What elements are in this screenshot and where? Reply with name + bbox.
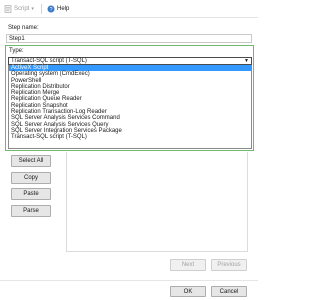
help-icon: ? bbox=[47, 5, 55, 13]
select-all-button[interactable]: Select All bbox=[11, 155, 51, 167]
type-option[interactable]: Transact-SQL script (T-SQL) bbox=[9, 134, 251, 140]
next-button[interactable]: Next bbox=[170, 259, 206, 271]
type-select[interactable]: Transact-SQL script (T-SQL) ▼ bbox=[8, 57, 252, 65]
script-button[interactable]: Script ▾ bbox=[4, 4, 34, 14]
help-button[interactable]: ? Help bbox=[47, 4, 69, 14]
copy-button[interactable]: Copy bbox=[11, 172, 51, 184]
svg-text:?: ? bbox=[49, 7, 52, 13]
help-label: Help bbox=[57, 6, 70, 12]
paste-button[interactable]: Paste bbox=[11, 188, 51, 200]
cancel-button[interactable]: Cancel bbox=[211, 286, 247, 297]
command-text-area[interactable] bbox=[66, 152, 248, 252]
parse-button[interactable]: Parse bbox=[11, 205, 51, 217]
step-name-value: Step1 bbox=[9, 36, 25, 42]
step-name-label: Step name: bbox=[8, 25, 39, 31]
step-name-input[interactable]: Step1 bbox=[6, 34, 252, 43]
ok-button[interactable]: OK bbox=[170, 286, 206, 297]
type-panel: Type: Transact-SQL script (T-SQL) ▼ Acti… bbox=[5, 45, 254, 151]
chevron-down-icon[interactable]: ▼ bbox=[244, 58, 249, 65]
script-icon bbox=[4, 5, 12, 13]
type-dropdown-list: ActiveX Script Operating system (CmdExec)… bbox=[8, 65, 252, 149]
toolbar: Script ▾ ? Help bbox=[0, 0, 258, 18]
chevron-down-icon: ▾ bbox=[31, 6, 34, 12]
script-label: Script bbox=[14, 6, 30, 12]
type-selected-value: Transact-SQL script (T-SQL) bbox=[11, 58, 87, 64]
toolbar-separator bbox=[41, 4, 42, 14]
previous-button[interactable]: Previous bbox=[211, 259, 247, 271]
footer-divider bbox=[0, 280, 258, 281]
type-label: Type: bbox=[9, 48, 24, 54]
